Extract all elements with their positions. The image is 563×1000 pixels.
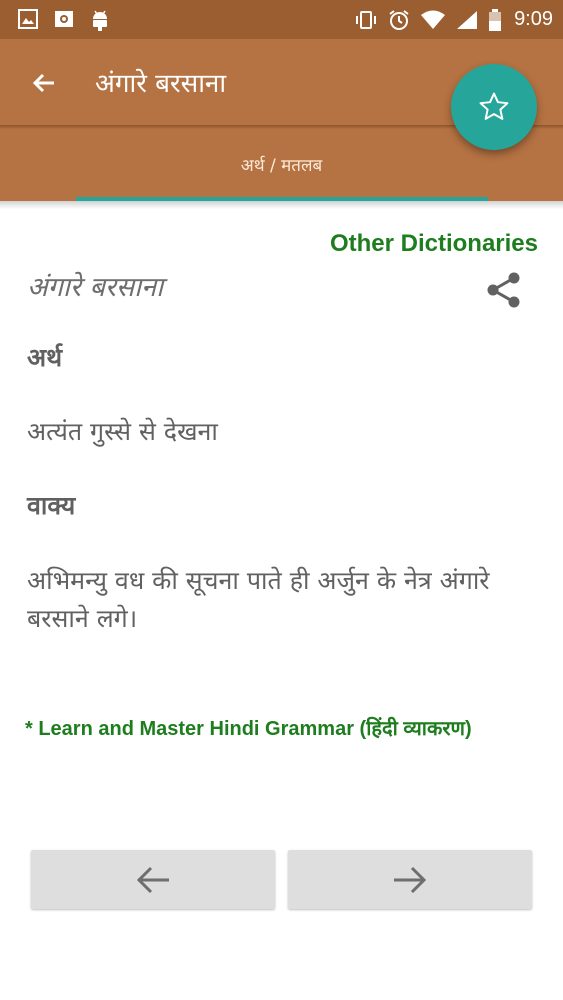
- arrow-left-icon: [136, 866, 169, 893]
- meaning-heading: अर्थ: [27, 343, 63, 372]
- favorite-button[interactable]: [451, 64, 537, 150]
- android-icon: [90, 9, 110, 31]
- battery-icon: [488, 8, 502, 31]
- status-time: 9:09: [514, 8, 553, 30]
- page-title: अंगारे बरसाना: [95, 69, 227, 99]
- arrow-right-icon: [394, 866, 427, 893]
- alarm-icon: [388, 9, 410, 31]
- image-icon: [18, 9, 38, 31]
- share-button[interactable]: [484, 270, 524, 310]
- sentence-heading: वाक्य: [27, 491, 76, 520]
- other-dictionaries-link[interactable]: Other Dictionaries: [330, 230, 538, 258]
- sentence-text: अभिमन्यु वध की सूचना पाते ही अर्जुन के न…: [27, 566, 490, 633]
- back-button[interactable]: [28, 67, 60, 99]
- share-icon: [487, 272, 520, 308]
- camera-icon: [54, 9, 74, 31]
- star-outline-icon: [479, 92, 509, 120]
- next-button[interactable]: [288, 850, 532, 909]
- meaning-text: अत्यंत गुस्से से देखना: [27, 417, 218, 446]
- tabs-shadow: [0, 201, 563, 209]
- signal-icon: [456, 10, 478, 30]
- hindi-grammar-link[interactable]: * Learn and Master Hindi Grammar (हिंदी …: [25, 714, 472, 741]
- status-bar: 9:09: [0, 0, 563, 39]
- vibrate-icon: [354, 10, 378, 30]
- tab-meaning[interactable]: अर्थ / मतलब: [0, 153, 563, 176]
- wifi-icon: [420, 10, 446, 30]
- previous-button[interactable]: [31, 850, 275, 909]
- word-title: अंगारे बरसाना: [27, 272, 164, 303]
- arrow-back-icon: [32, 73, 54, 93]
